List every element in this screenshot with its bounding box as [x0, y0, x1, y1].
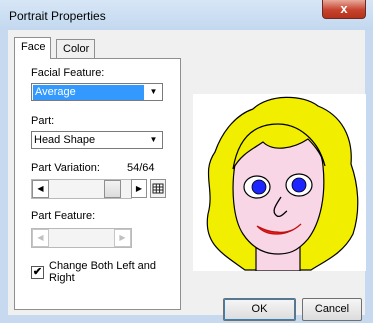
scroll-right-button[interactable]: ▶: [131, 179, 147, 198]
change-both-label-line2: Right: [49, 272, 75, 284]
scroll-thumb[interactable]: [104, 180, 121, 198]
left-iris: [251, 179, 267, 195]
close-button[interactable]: x: [322, 0, 366, 19]
cancel-label: Cancel: [314, 303, 350, 315]
portrait-image: [206, 96, 359, 272]
face-tab-panel: Facial Feature: Average ▼ Part: Head Sha…: [14, 58, 181, 310]
part-label: Part:: [31, 115, 55, 127]
part-variation-label: Part Variation:: [31, 162, 100, 174]
ok-button[interactable]: OK: [223, 298, 296, 321]
tab-color[interactable]: Color: [56, 39, 96, 58]
scroll-left-button: ◀: [32, 229, 49, 247]
grid-icon-button[interactable]: [150, 179, 166, 198]
facial-feature-select[interactable]: Average ▼: [31, 83, 163, 101]
tab-face-label: Face: [21, 41, 46, 53]
tab-color-label: Color: [63, 43, 90, 55]
ok-label: OK: [251, 303, 268, 315]
part-variation-value: 54/64: [127, 162, 155, 174]
facial-feature-label: Facial Feature:: [31, 67, 105, 79]
chevron-down-icon: ▼: [149, 87, 158, 96]
dialog-client: Face Color Facial Feature: Average ▼ Par…: [8, 30, 366, 321]
change-both-label-line1: Change Both Left and: [49, 260, 157, 272]
part-feature-scrollbar: ◀ ▶: [31, 228, 132, 248]
chevron-down-icon: ▼: [149, 135, 158, 144]
window-title: Portrait Properties: [9, 9, 106, 23]
tab-face[interactable]: Face: [14, 37, 52, 59]
grid-icon: [152, 183, 164, 194]
part-select[interactable]: Head Shape ▼: [31, 131, 163, 149]
right-iris: [291, 177, 307, 193]
part-variation-scrollbar[interactable]: ◀: [31, 179, 132, 199]
title-bar: Portrait Properties x: [0, 0, 373, 30]
scroll-right-button: ▶: [114, 229, 131, 247]
checkmark-icon: ✔: [32, 266, 43, 278]
close-icon: x: [340, 1, 348, 16]
scroll-left-button[interactable]: ◀: [32, 180, 49, 198]
cancel-button[interactable]: Cancel: [302, 298, 362, 321]
part-feature-label: Part Feature:: [31, 210, 96, 222]
part-value: Head Shape: [34, 134, 96, 146]
portrait-preview: [193, 94, 366, 272]
facial-feature-value: Average: [33, 85, 144, 100]
change-both-checkbox[interactable]: ✔: [31, 266, 44, 279]
